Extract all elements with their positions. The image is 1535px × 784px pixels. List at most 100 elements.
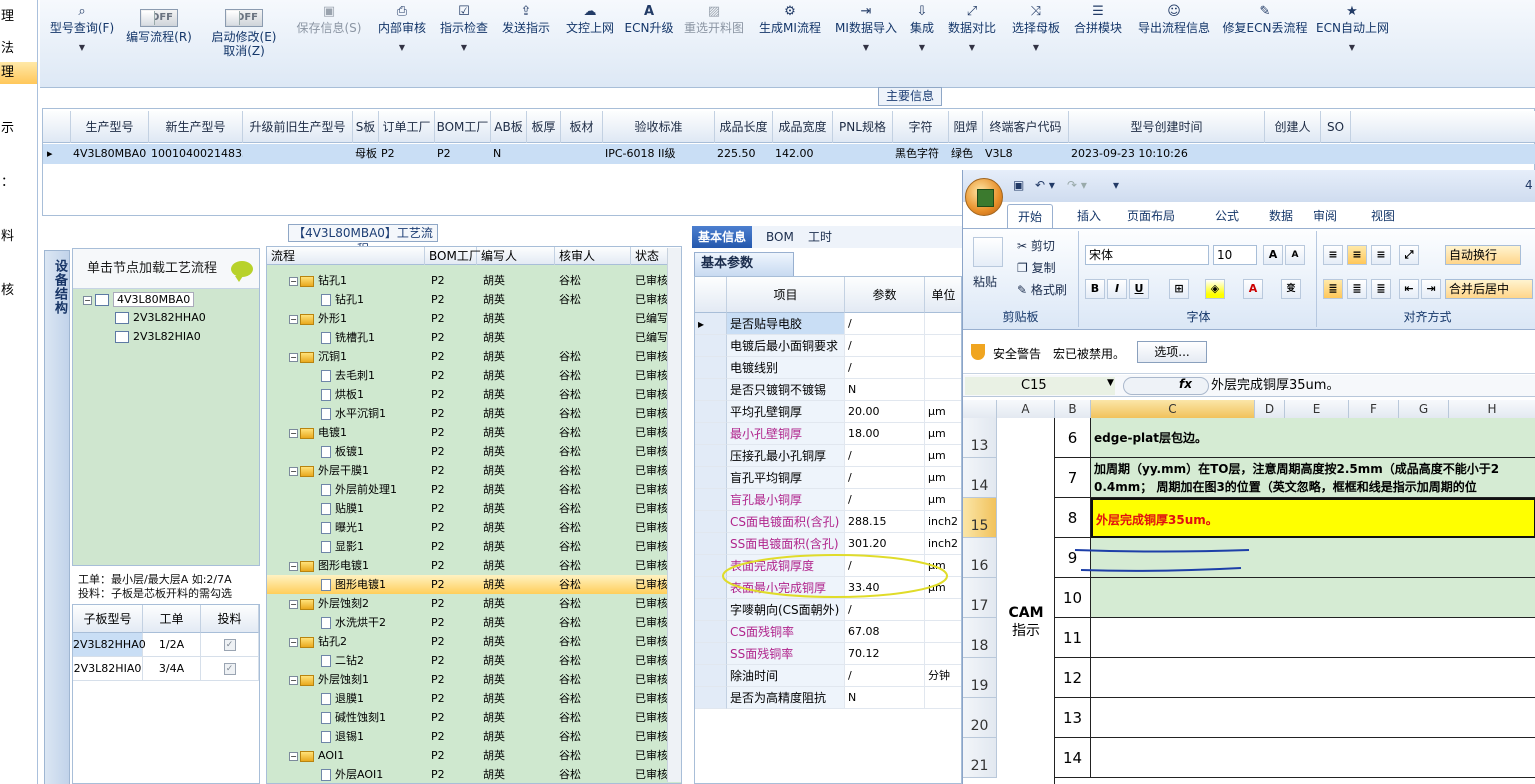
process-status-cell[interactable]: 已审核 — [635, 670, 669, 689]
param-item-cell[interactable]: 平均孔壁铜厚 — [727, 401, 845, 423]
process-writer-cell[interactable]: 胡英 — [483, 575, 543, 594]
wrap-text-button[interactable]: 自动换行 — [1445, 245, 1521, 265]
phonetic-icon[interactable]: 变 — [1281, 279, 1301, 299]
column-header[interactable]: 单位 — [925, 277, 961, 313]
process-factory-cell[interactable]: P2 — [431, 518, 471, 537]
merge-center-button[interactable]: 合并后居中 — [1445, 279, 1533, 299]
fix-ecn-button[interactable]: ✎ 修复ECN丢流程 — [1222, 0, 1308, 86]
subboard-order[interactable]: 1/2A — [143, 633, 201, 657]
process-factory-cell[interactable]: P2 — [431, 746, 471, 765]
process-status-cell[interactable]: 已审核 — [635, 727, 669, 746]
subboard-model[interactable]: 2V3L82HIA0 — [73, 657, 143, 681]
data-compare-button[interactable]: ⤢ 数据对比 ▼ — [944, 0, 1000, 86]
check-icon[interactable]: ✓ — [223, 663, 236, 675]
step-number-cell[interactable]: 7 — [1055, 458, 1091, 498]
table-cell[interactable]: 绿色 — [949, 144, 983, 164]
process-status-cell[interactable]: 已审核 — [635, 404, 669, 423]
param-item-cell[interactable]: 是否为高精度阻抗 — [727, 687, 845, 709]
process-row[interactable]: − 外层蚀刻1 P2 胡英 谷松 已审核 — [267, 670, 669, 689]
process-reviewer-cell[interactable]: 谷松 — [559, 461, 619, 480]
column-header[interactable]: AB板 — [491, 111, 527, 143]
process-reviewer-cell[interactable]: 谷松 — [559, 366, 619, 385]
align-center-icon[interactable]: ≣ — [1347, 279, 1367, 299]
param-row[interactable]: 最小孔壁铜厚 18.00 μm — [695, 423, 961, 445]
undo-icon[interactable]: ↶ ▾ — [1035, 178, 1055, 192]
process-row[interactable]: 显影1 P2 胡英 谷松 已审核 — [267, 537, 669, 556]
process-reviewer-cell[interactable]: 谷松 — [559, 594, 619, 613]
param-item-cell[interactable]: 盲孔最小铜厚 — [727, 489, 845, 511]
function-icon[interactable]: fx — [1179, 377, 1192, 391]
process-reviewer-cell[interactable]: 谷松 — [559, 518, 619, 537]
process-name-cell[interactable]: 曝光1 — [321, 518, 441, 537]
param-row[interactable]: 电镀后最小面铜要求 / — [695, 335, 961, 357]
formula-input[interactable]: 外层完成铜厚35um。 — [1211, 377, 1339, 395]
param-row[interactable]: ▸ 是否贴导电胶 / — [695, 313, 961, 335]
off-toggle[interactable]: OFF — [225, 9, 263, 27]
column-header[interactable]: E — [1285, 400, 1349, 418]
bold-icon[interactable]: B — [1085, 279, 1105, 299]
column-header[interactable]: S板 — [353, 111, 379, 143]
process-factory-cell[interactable]: P2 — [431, 290, 471, 309]
param-item-cell[interactable]: 最小孔壁铜厚 — [727, 423, 845, 445]
chevron-down-icon[interactable]: ▼ — [1107, 378, 1114, 388]
process-reviewer-cell[interactable]: 谷松 — [559, 632, 619, 651]
param-value-cell[interactable]: / — [845, 445, 925, 467]
process-writer-cell[interactable]: 胡英 — [483, 442, 543, 461]
collapse-icon[interactable]: − — [289, 314, 298, 324]
save-button[interactable]: ▣ 保存信息(S) — [292, 0, 366, 86]
process-reviewer-cell[interactable]: 谷松 — [559, 404, 619, 423]
process-name-cell[interactable]: − 钻孔1 — [289, 271, 409, 290]
collapse-icon[interactable]: − — [289, 751, 298, 761]
row-header[interactable]: 19 — [963, 658, 997, 698]
column-header[interactable]: A — [997, 400, 1055, 418]
process-row[interactable]: 退锡1 P2 胡英 谷松 已审核 — [267, 727, 669, 746]
table-cell[interactable]: 225.50 — [715, 144, 773, 164]
process-name-cell[interactable]: − AOI1 — [289, 746, 409, 765]
process-status-cell[interactable]: 已审核 — [635, 499, 669, 518]
ecn-auto-button[interactable]: ★ ECN自动上网 ▼ — [1316, 0, 1389, 86]
process-reviewer-cell[interactable]: 谷松 — [559, 499, 619, 518]
param-row[interactable]: 平均孔壁铜厚 20.00 μm — [695, 401, 961, 423]
instruction-cell[interactable] — [1091, 618, 1535, 658]
process-name-cell[interactable]: 水平沉铜1 — [321, 404, 441, 423]
column-header[interactable]: 升级前旧生产型号 — [243, 111, 353, 143]
param-value-cell[interactable]: N — [845, 379, 925, 401]
process-row[interactable]: 碱性蚀刻1 P2 胡英 谷松 已审核 — [267, 708, 669, 727]
shrink-font-icon[interactable]: A — [1285, 245, 1305, 265]
process-status-cell[interactable]: 已审核 — [635, 708, 669, 727]
param-value-cell[interactable]: 18.00 — [845, 423, 925, 445]
table-cell[interactable]: V3L8 — [983, 144, 1069, 164]
param-unit-cell[interactable]: μm — [925, 423, 961, 445]
feed-checkbox[interactable]: ✓ — [201, 633, 259, 657]
process-row[interactable]: 烘板1 P2 胡英 谷松 已审核 — [267, 385, 669, 404]
param-item-cell[interactable]: 电镀线别 — [727, 357, 845, 379]
column-header[interactable]: 投料 — [201, 605, 259, 633]
send-instruction-button[interactable]: ⇪ 发送指示 — [498, 0, 554, 86]
instruction-cell[interactable] — [1091, 738, 1535, 778]
column-header[interactable]: C — [1091, 400, 1255, 418]
process-reviewer-cell[interactable]: 谷松 — [559, 347, 619, 366]
process-status-cell[interactable]: 已审核 — [635, 556, 669, 575]
column-header[interactable]: 参数 — [845, 277, 925, 313]
process-writer-cell[interactable]: 胡英 — [483, 518, 543, 537]
param-item-cell[interactable]: 电镀后最小面铜要求 — [727, 335, 845, 357]
process-reviewer-cell[interactable]: 谷松 — [559, 442, 619, 461]
process-writer-cell[interactable]: 胡英 — [483, 480, 543, 499]
process-name-cell[interactable]: − 外层干膜1 — [289, 461, 409, 480]
row-header[interactable]: 13 — [963, 418, 997, 458]
param-value-cell[interactable]: N — [845, 687, 925, 709]
orientation-icon[interactable]: ⤢ — [1399, 245, 1419, 265]
process-name-cell[interactable]: 贴膜1 — [321, 499, 441, 518]
instruction-cell[interactable]: edge-plat层包边。 — [1091, 418, 1535, 458]
table-cell[interactable]: IPC-6018 II级 — [603, 144, 715, 164]
process-writer-cell[interactable]: 胡英 — [483, 556, 543, 575]
table-cell[interactable]: 母板 — [353, 144, 379, 164]
process-scrollbar[interactable] — [667, 248, 681, 782]
mi-import-button[interactable]: ⇥ MI数据导入 ▼ — [832, 0, 900, 86]
left-nav-item[interactable]: 法 — [0, 38, 37, 60]
process-row[interactable]: − 外形1 P2 胡英 已编写 — [267, 309, 669, 328]
table-cell[interactable]: P2 — [435, 144, 491, 164]
process-status-cell[interactable]: 已审核 — [635, 480, 669, 499]
process-status-cell[interactable]: 已审核 — [635, 385, 669, 404]
process-writer-cell[interactable]: 胡英 — [483, 727, 543, 746]
